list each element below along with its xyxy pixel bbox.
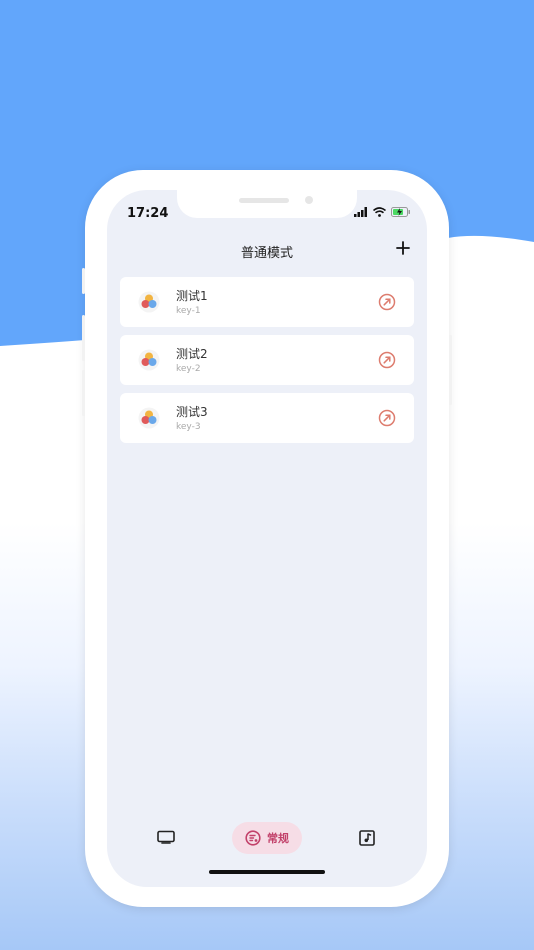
item-list: 测试1 key-1 测试2 key-2 测试3 key-3 — [120, 277, 414, 451]
music-note-icon[interactable] — [359, 830, 375, 846]
item-key: key-2 — [176, 364, 201, 374]
regular-mode-icon — [245, 830, 261, 846]
status-time: 17:24 — [127, 206, 169, 221]
arrow-up-right-circle-icon[interactable] — [378, 351, 396, 369]
arrow-up-right-circle-icon[interactable] — [378, 293, 396, 311]
item-key: key-1 — [176, 306, 201, 316]
arrow-up-right-circle-icon[interactable] — [378, 409, 396, 427]
side-button — [82, 315, 85, 361]
page-title: 普通模式 — [240, 246, 293, 261]
camera — [305, 196, 313, 204]
list-item[interactable]: 测试1 key-1 — [120, 277, 414, 327]
tv-icon[interactable] — [157, 830, 175, 844]
status-icons — [354, 207, 411, 217]
three-dots-logo-icon — [138, 407, 160, 429]
tab-regular-label: 常规 — [267, 832, 289, 845]
signal-icon — [354, 207, 367, 217]
battery-charging-icon — [391, 207, 410, 217]
side-button — [82, 370, 85, 416]
tab-bar: 常规 — [107, 820, 427, 856]
item-key: key-3 — [176, 422, 201, 432]
home-indicator — [209, 870, 325, 874]
side-button — [449, 335, 452, 405]
three-dots-logo-icon — [138, 349, 160, 371]
speaker — [239, 198, 289, 203]
phone-frame: 17:24 普通模式 测试1 key-1 测试2 key-2 测试3 key-3… — [82, 170, 452, 907]
plus-icon[interactable] — [393, 238, 413, 258]
wifi-icon — [373, 207, 386, 217]
notch — [177, 190, 357, 218]
item-title: 测试3 — [176, 405, 208, 419]
item-title: 测试2 — [176, 347, 208, 361]
app-screen: 17:24 普通模式 测试1 key-1 测试2 key-2 测试3 key-3… — [107, 190, 427, 887]
tab-regular[interactable]: 常规 — [232, 822, 302, 854]
list-item[interactable]: 测试2 key-2 — [120, 335, 414, 385]
list-item[interactable]: 测试3 key-3 — [120, 393, 414, 443]
side-button — [82, 268, 85, 294]
item-title: 测试1 — [176, 289, 208, 303]
three-dots-logo-icon — [138, 291, 160, 313]
